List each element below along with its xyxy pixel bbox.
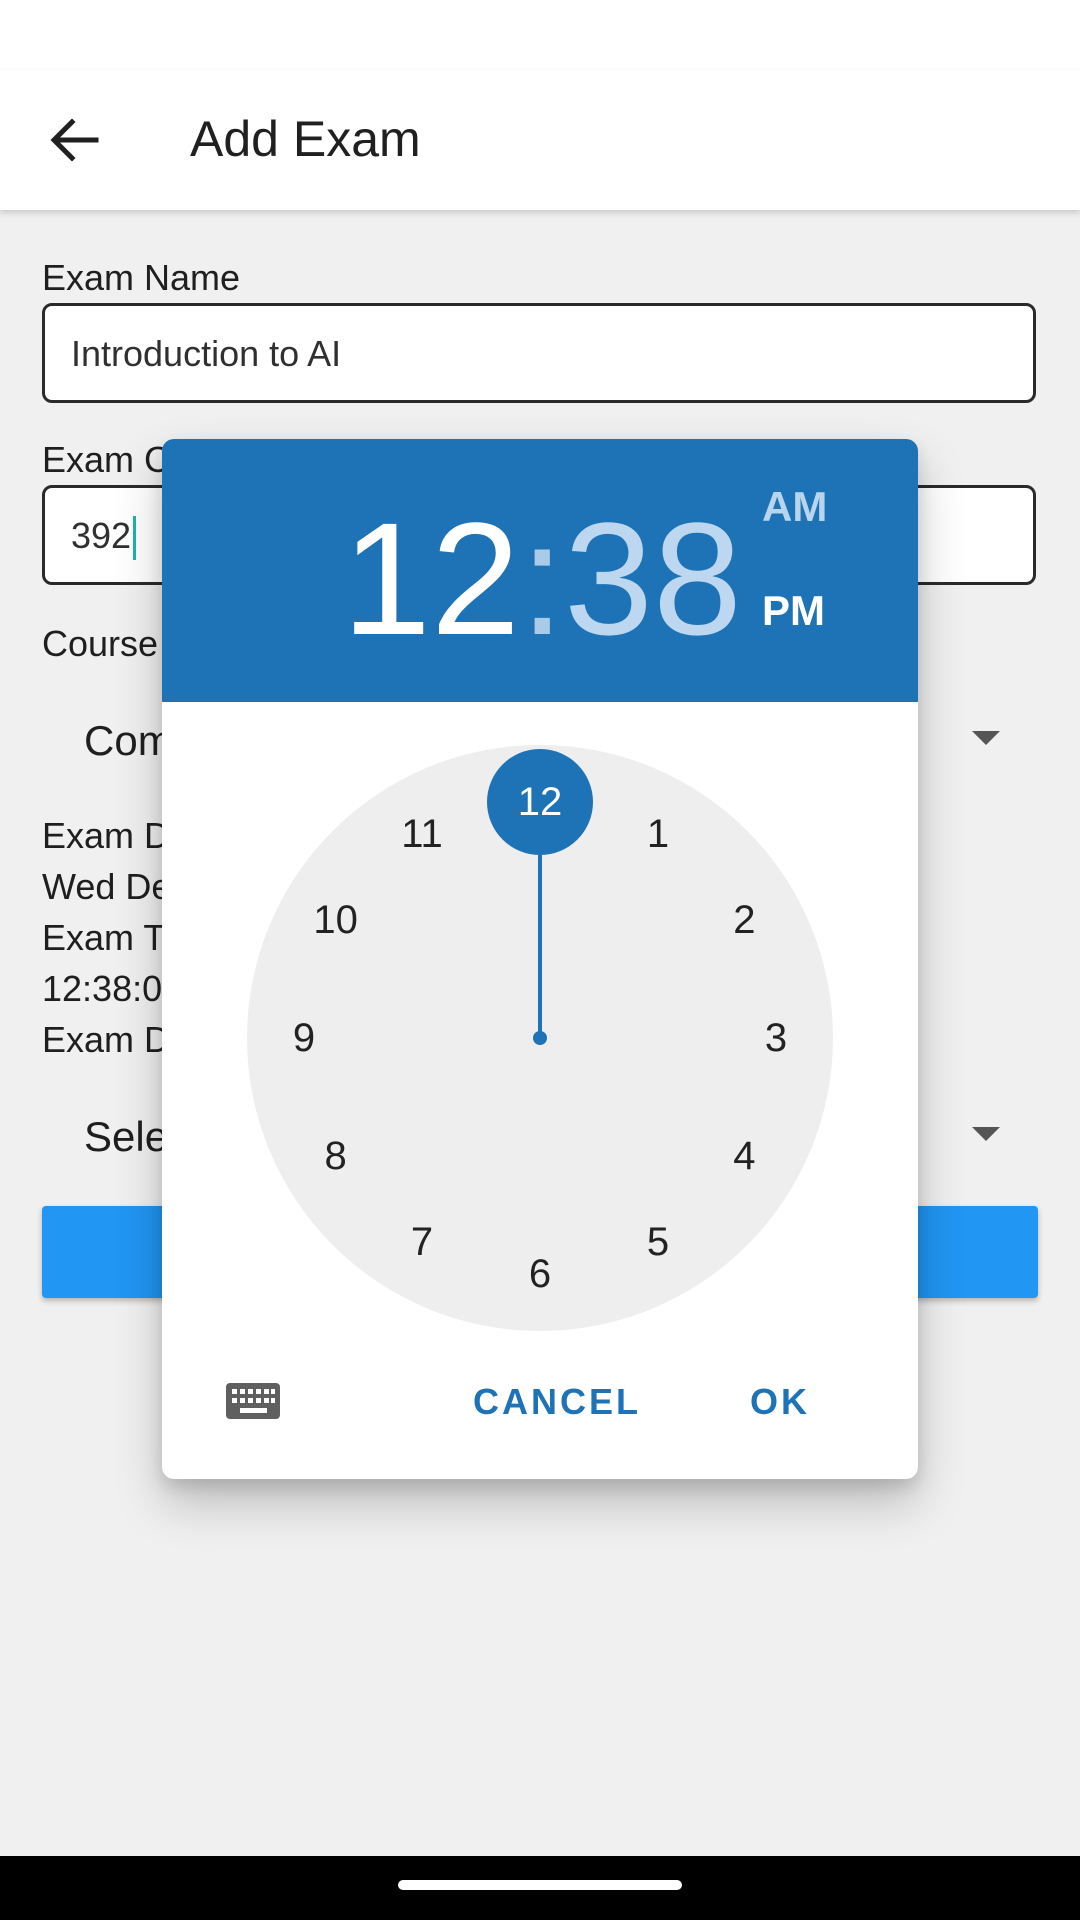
dial-number-11[interactable]: 11 <box>387 804 457 864</box>
cancel-button[interactable]: CANCEL <box>452 1365 662 1439</box>
dial-number-3[interactable]: 3 <box>741 1008 811 1068</box>
hour-display[interactable]: 12 <box>342 489 520 669</box>
dial-number-4[interactable]: 4 <box>709 1126 779 1186</box>
time-picker-dialog: 12 : 38 AM PM 12 1 2 3 4 5 6 7 8 9 10 11 CANCEL OK <box>162 439 918 1479</box>
dial-number-5[interactable]: 5 <box>623 1212 693 1272</box>
clock-center-dot <box>533 1031 547 1045</box>
time-separator: : <box>520 489 565 668</box>
keyboard-icon <box>226 1383 280 1419</box>
keyboard-toggle-button[interactable] <box>224 1379 284 1423</box>
ok-button[interactable]: OK <box>730 1365 830 1439</box>
pm-toggle[interactable]: PM <box>762 587 825 635</box>
dial-number-2[interactable]: 2 <box>709 890 779 950</box>
clock-dial[interactable]: 12 1 2 3 4 5 6 7 8 9 10 11 <box>247 745 833 1331</box>
dial-number-1[interactable]: 1 <box>623 804 693 864</box>
dial-number-7[interactable]: 7 <box>387 1212 457 1272</box>
dial-number-12[interactable]: 12 <box>505 772 575 832</box>
minute-display[interactable]: 38 <box>564 489 742 669</box>
dial-number-10[interactable]: 10 <box>301 890 371 950</box>
am-toggle[interactable]: AM <box>762 483 827 531</box>
navigation-bar <box>0 1856 1080 1920</box>
dial-number-9[interactable]: 9 <box>269 1008 339 1068</box>
home-gesture-handle[interactable] <box>398 1880 682 1890</box>
dial-number-6[interactable]: 6 <box>505 1244 575 1304</box>
dial-number-8[interactable]: 8 <box>301 1126 371 1186</box>
time-header: 12 : 38 AM PM <box>162 439 918 702</box>
